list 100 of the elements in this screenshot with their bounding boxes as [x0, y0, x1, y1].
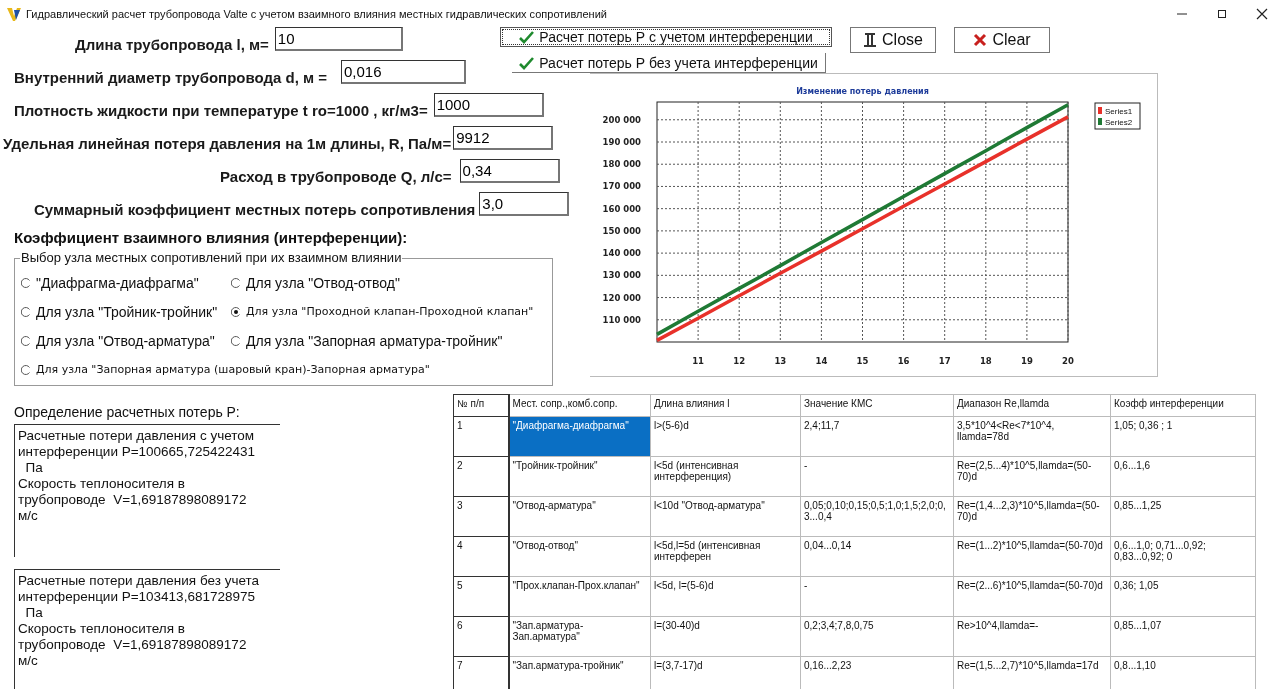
- check-icon: [519, 55, 535, 70]
- table-cell: "Прох.клапан-Прох.клапан": [508, 576, 651, 617]
- table-cell: l<5d,l=5d (интенсивная интерферен: [650, 536, 801, 577]
- field-label: Суммарный коэффициент местных потерь сопротивления: [34, 200, 476, 218]
- input-field[interactable]: 0,016: [341, 60, 466, 84]
- y-tick-label: 120 000: [602, 292, 641, 303]
- radio-option[interactable]: "Диафрагма-диафрагма": [21, 269, 231, 296]
- field-label: Расход в трубопроводе Q, л/с=: [220, 167, 452, 185]
- field-label: Внутренний диаметр трубопровода d, м =: [14, 68, 327, 86]
- radio-option[interactable]: Для узла "Тройник-тройник": [21, 298, 231, 325]
- action-button[interactable]: Расчет потерь Р без учета интерференции: [512, 53, 826, 73]
- text-area[interactable]: Расчетные потери давления без учета интерференции Р=103413,681728975 Па Скорость теплоносителя в трубопроводе V=1,69187898089172 м/с: [14, 569, 280, 689]
- radio-option[interactable]: Для узла "Отвод-арматура": [21, 327, 231, 354]
- y-tick-label: 190 000: [602, 137, 641, 147]
- table-cell: Re>10^4,llamda=-: [953, 616, 1111, 657]
- section-heading: Коэффициент взаимного влияния (интерференции):: [14, 229, 409, 246]
- y-tick-label: 110 000: [602, 314, 641, 325]
- table-cell: l<10d "Отвод-арматура": [650, 496, 801, 537]
- table-cell: 3: [453, 496, 509, 537]
- table-cell: l>(5-6)d: [650, 416, 801, 457]
- table-cell: Re=(2,5...4)*10^5,llamda=(50-70)d: [953, 456, 1111, 497]
- field-label: Удельная линейная потеря давления на 1м длины, R, Па/м=: [3, 134, 452, 152]
- x-tick-label: 20: [1062, 356, 1074, 366]
- x-tick-label: 11: [692, 356, 704, 366]
- table-cell: 2: [453, 456, 509, 497]
- chart-legend: [1094, 102, 1141, 130]
- y-tick-label: 180 000: [602, 159, 641, 170]
- table-cell: l<5d, l=(5-6)d: [650, 576, 801, 617]
- action-button[interactable]: Close: [850, 27, 936, 53]
- y-tick-label: 140 000: [602, 248, 641, 259]
- y-tick-label: 160 000: [602, 203, 641, 214]
- table-cell: 0,6...1,0; 0,71...0,92; 0,83...0,92; 0: [1110, 536, 1256, 577]
- input-field[interactable]: 10: [274, 27, 403, 51]
- column-icon: [863, 32, 878, 48]
- input-field[interactable]: 0,34: [459, 159, 560, 183]
- table-cell: 7: [453, 656, 509, 689]
- column-header: Диапазон Re,llamda: [953, 394, 1111, 417]
- x-tick-label: 13: [774, 356, 787, 366]
- table-cell: 0,85...1,07: [1110, 616, 1256, 657]
- table-cell: 5: [453, 576, 509, 617]
- table-cell: Re=(2...6)*10^5,llamda=(50-70)d: [953, 576, 1111, 617]
- x-tick-label: 16: [897, 356, 910, 366]
- table-cell: "Зап.арматура-Зап.арматура": [508, 616, 651, 657]
- maximize-icon: [1216, 7, 1228, 20]
- x-tick-label: 17: [938, 356, 951, 366]
- table-cell: 2,4;11,7: [800, 416, 954, 457]
- y-tick-label: 130 000: [602, 270, 641, 281]
- app-icon: [6, 5, 22, 22]
- table-cell: 0,36; 1,05: [1110, 576, 1256, 617]
- table-cell: l<5d (интенсивная интерференция): [650, 456, 801, 497]
- cross-icon: [973, 33, 988, 47]
- window-title: Гидравлический расчет трубопровода Valte с учетом взаимного влияния местных гидравлических сопротивлений: [26, 7, 608, 20]
- input-field[interactable]: 3,0: [479, 192, 570, 216]
- radio-option[interactable]: Для узла "Запорная арматура-тройник": [231, 327, 544, 354]
- table-cell: 0,05;0,10;0,15;0,5;1,0;1,5;2,0;0,3...0,4: [800, 496, 954, 537]
- x-tick-label: 14: [815, 356, 828, 366]
- table-cell: Re=(1,4...2,3)*10^5,llamda=(50-70)d: [953, 496, 1111, 537]
- x-tick-label: 12: [733, 356, 746, 366]
- x-tick-label: 18: [979, 356, 992, 366]
- field-label: Длина трубопровода l, м=: [75, 35, 269, 53]
- input-field[interactable]: 1000: [433, 93, 544, 117]
- table-cell: 4: [453, 536, 509, 577]
- legend-label: Series1: [1105, 107, 1133, 116]
- table-cell: "Тройник-тройник": [508, 456, 651, 497]
- close-icon: [1256, 7, 1268, 20]
- column-header: Длина влияния l: [650, 394, 801, 417]
- legend-label: Series2: [1105, 118, 1133, 127]
- chart-title: Изменение потерь давления: [796, 87, 929, 96]
- table-cell: 0,2;3,4;7,8,0,75: [800, 616, 954, 657]
- table-cell: l=(30-40)d: [650, 616, 801, 657]
- table-cell: 1: [453, 416, 509, 457]
- table-cell: Re=(1...2)*10^5,llamda=(50-70)d: [953, 536, 1111, 577]
- action-button[interactable]: Расчет потерь Р с учетом интерференции: [500, 27, 832, 47]
- table-cell: "Диафрагма-диафрагма": [508, 416, 651, 457]
- radio-option[interactable]: Для узла "Проходной клапан-Проходной клапан": [231, 298, 544, 325]
- table-cell: 6: [453, 616, 509, 657]
- table-cell: 0,6...1,6: [1110, 456, 1256, 497]
- input-field[interactable]: 9912: [453, 126, 554, 150]
- table-cell: -: [800, 456, 954, 497]
- y-tick-label: 170 000: [602, 181, 641, 192]
- table-cell: -: [800, 576, 954, 617]
- field-label: Плотность жидкости при температуре t ro=1000 , кг/м3=: [14, 101, 428, 119]
- y-tick-label: 200 000: [602, 114, 641, 125]
- radio-option[interactable]: Для узла "Отвод-отвод": [231, 269, 544, 296]
- column-header: Значение КМС: [800, 394, 954, 417]
- table-cell: 0,04...0,14: [800, 536, 954, 577]
- column-header: Коэфф интерференции: [1110, 394, 1256, 417]
- table-cell: 1,05; 0,36 ; 1: [1110, 416, 1256, 457]
- x-tick-label: 15: [856, 356, 869, 366]
- group-title: Выбор узла местных сопротивлений при их взаимном влиянии: [20, 250, 403, 265]
- x-tick-label: 19: [1021, 356, 1033, 366]
- action-button[interactable]: Clear: [954, 27, 1050, 53]
- column-header: № п/п: [453, 394, 509, 417]
- column-header: Мест. сопр.,комб.сопр.: [508, 394, 651, 417]
- y-tick-label: 150 000: [602, 225, 641, 236]
- check-icon: [519, 30, 535, 44]
- radio-option[interactable]: Для узла "Запорная арматура (шаровый кран)-Запорная арматура": [21, 356, 544, 383]
- results-label: Определение расчетных потерь Р:: [14, 404, 241, 420]
- table-cell: 0,85...1,25: [1110, 496, 1256, 537]
- text-area[interactable]: Расчетные потери давления с учетом интерференции Р=100665,725422431 Па Скорость теплоносителя в трубопроводе V=1,69187898089172 м/с: [14, 424, 280, 557]
